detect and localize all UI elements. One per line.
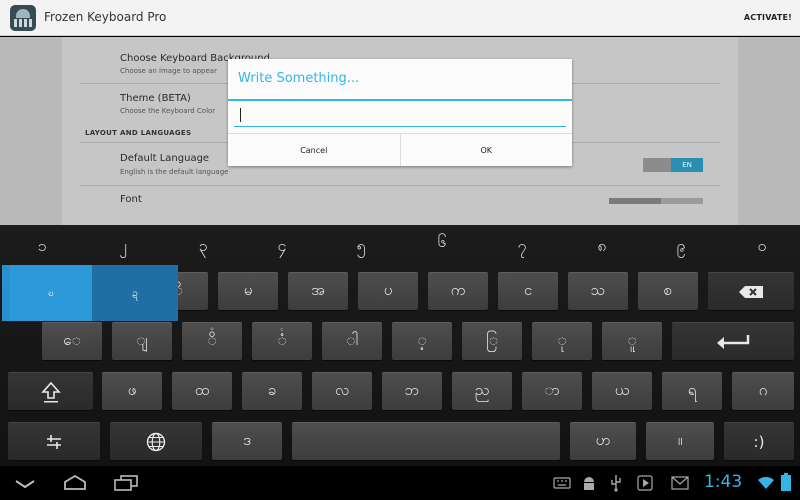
font-size-bar-fill bbox=[609, 198, 661, 204]
key-num-0[interactable]: ၀ bbox=[742, 235, 782, 259]
key-row3-7[interactable]: ာ bbox=[522, 372, 582, 410]
symbols-key[interactable] bbox=[8, 422, 100, 460]
action-bar: Frozen Keyboard Pro ACTIVATE! bbox=[0, 0, 800, 36]
app-icon-keys bbox=[14, 19, 32, 27]
app-icon[interactable] bbox=[10, 5, 36, 31]
section-header-layout: LAYOUT AND LANGUAGES bbox=[85, 129, 192, 137]
key-row1-4[interactable]: မ bbox=[218, 272, 278, 310]
key-row1-7[interactable]: က bbox=[428, 272, 488, 310]
number-row: ၁ ၂ ၃ ၄ ၅ ၆ ၇ ၈ ၉ ၀ bbox=[0, 225, 800, 267]
setting-font-title[interactable]: Font bbox=[120, 194, 142, 205]
key-row2-7[interactable]: ြ bbox=[462, 322, 522, 360]
dialog-title: Write Something... bbox=[238, 71, 360, 86]
key-row2-4[interactable]: ᶜ ံ bbox=[252, 322, 312, 360]
key-row2-8[interactable]: ု bbox=[532, 322, 592, 360]
key-num-1[interactable]: ၁ bbox=[22, 235, 62, 259]
dialog-title-divider bbox=[228, 99, 572, 101]
key-row1-6[interactable]: ပ bbox=[358, 272, 418, 310]
hide-keyboard-icon[interactable] bbox=[14, 479, 36, 489]
text-cursor bbox=[240, 108, 241, 122]
backspace-key[interactable] bbox=[708, 272, 794, 310]
space-key[interactable] bbox=[292, 422, 560, 460]
write-something-dialog: Write Something... Cancel OK bbox=[228, 59, 572, 166]
key-row3-5[interactable]: ဘ bbox=[382, 372, 442, 410]
key-num-3[interactable]: ၃ bbox=[183, 235, 223, 259]
key-row2-1[interactable]: ေ bbox=[42, 322, 102, 360]
popup-option-2[interactable]: ဍ bbox=[92, 265, 178, 321]
key-num-2[interactable]: ၂ bbox=[103, 235, 143, 259]
divider bbox=[80, 185, 720, 186]
key-row2-4-hint: ᶜ bbox=[280, 327, 284, 337]
battery-icon bbox=[781, 473, 791, 491]
key-row3-6[interactable]: ည bbox=[452, 372, 512, 410]
key-row1-9[interactable]: သ bbox=[568, 272, 628, 310]
key-num-7[interactable]: ၇ bbox=[502, 235, 542, 259]
key-row2-9[interactable]: ူ bbox=[602, 322, 662, 360]
setting-language-sub: English is the default language bbox=[120, 168, 229, 176]
key-row2-5[interactable]: ါ bbox=[322, 322, 382, 360]
dialog-actions: Cancel OK bbox=[228, 133, 572, 166]
popup-option-1[interactable]: ဎ bbox=[10, 265, 92, 321]
key-row3-2[interactable]: ထ bbox=[172, 372, 232, 410]
key-row2-6[interactable]: ့ bbox=[392, 322, 452, 360]
key-row4-3[interactable]: ။ bbox=[646, 422, 714, 460]
app-icon-dome bbox=[16, 9, 30, 18]
enter-icon bbox=[717, 334, 750, 349]
keyboard-notification-icon bbox=[553, 477, 571, 489]
clock: 1:43 bbox=[704, 472, 743, 492]
font-size-bar[interactable] bbox=[609, 198, 703, 204]
language-toggle-on: EN bbox=[671, 158, 703, 172]
activate-button[interactable]: ACTIVATE! bbox=[744, 13, 792, 22]
key-row2-2[interactable]: ျ bbox=[112, 322, 172, 360]
soft-keyboard: ၁ ၂ ၃ ၄ ၅ ၆ ၇ ၈ ၉ ၀ ေ ျ ိ မ အ ပ က င သ စ … bbox=[0, 225, 800, 466]
backspace-icon bbox=[739, 285, 763, 298]
shift-icon bbox=[40, 381, 61, 402]
key-num-6[interactable]: ၆ bbox=[422, 231, 462, 255]
setting-background-sub: Choose an image to appear bbox=[120, 67, 217, 75]
language-switch-key[interactable] bbox=[110, 422, 202, 460]
dialog-text-input[interactable] bbox=[234, 105, 566, 127]
sliders-icon bbox=[47, 434, 61, 449]
key-row2-3-hint: ° bbox=[209, 327, 215, 337]
key-row4-1[interactable]: ဒ bbox=[212, 422, 282, 460]
setting-theme-sub: Choose the Keyboard Color bbox=[120, 107, 216, 115]
key-row4-2[interactable]: ဟ bbox=[570, 422, 636, 460]
language-toggle[interactable]: EN bbox=[643, 158, 703, 172]
home-icon[interactable] bbox=[63, 475, 87, 491]
shift-key[interactable] bbox=[8, 372, 93, 410]
key-row3-9[interactable]: ရ bbox=[662, 372, 722, 410]
key-num-8[interactable]: ၈ bbox=[582, 235, 622, 259]
key-num-4[interactable]: ၄ bbox=[262, 235, 302, 259]
usb-icon bbox=[611, 475, 621, 492]
key-row3-10[interactable]: ဂ bbox=[732, 372, 794, 410]
android-debug-icon bbox=[584, 477, 594, 490]
cancel-button[interactable]: Cancel bbox=[228, 134, 400, 166]
key-row3-8[interactable]: ယ bbox=[592, 372, 652, 410]
smiley-key[interactable]: :) bbox=[724, 422, 794, 460]
ok-button[interactable]: OK bbox=[399, 134, 573, 166]
globe-icon bbox=[146, 432, 166, 451]
email-icon bbox=[671, 476, 689, 490]
key-row1-5[interactable]: အ bbox=[288, 272, 348, 310]
key-row3-1[interactable]: ဖ bbox=[102, 372, 162, 410]
setting-theme-title[interactable]: Theme (BETA) bbox=[120, 93, 191, 104]
key-row2-3[interactable]: ° ိ bbox=[182, 322, 242, 360]
key-row1-8[interactable]: င bbox=[498, 272, 558, 310]
setting-language-title[interactable]: Default Language bbox=[120, 153, 209, 164]
app-title: Frozen Keyboard Pro bbox=[44, 10, 167, 24]
recent-apps-icon[interactable] bbox=[113, 475, 139, 491]
wifi-icon bbox=[758, 476, 774, 489]
key-row1-10[interactable]: စ bbox=[638, 272, 698, 310]
key-popup: ဎ ဍ bbox=[2, 265, 178, 321]
enter-key[interactable] bbox=[672, 322, 794, 360]
system-bar: 1:43 bbox=[0, 466, 800, 500]
play-store-icon bbox=[637, 475, 653, 491]
key-num-5[interactable]: ၅ bbox=[341, 235, 381, 259]
key-row3-3[interactable]: ခ bbox=[242, 372, 302, 410]
key-num-9[interactable]: ၉ bbox=[661, 235, 701, 259]
key-row3-4[interactable]: လ bbox=[312, 372, 372, 410]
